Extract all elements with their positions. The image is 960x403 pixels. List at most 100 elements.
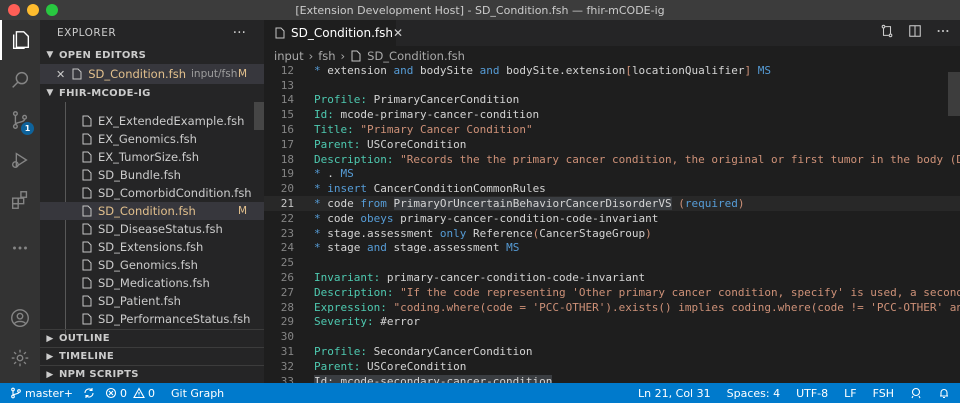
code-token: #error — [373, 315, 420, 329]
bell-icon[interactable] — [938, 387, 950, 399]
split-editor-icon[interactable] — [908, 24, 922, 38]
chevron-right-icon: ▶ — [46, 369, 54, 380]
git-graph-button[interactable]: Git Graph — [171, 387, 224, 400]
more-actions-icon[interactable] — [936, 24, 950, 38]
file-tree-item[interactable]: SD_PerformanceStatus.fsh — [40, 310, 264, 328]
file-icon — [72, 68, 82, 80]
file-icon — [82, 223, 92, 235]
file-tree-item[interactable]: SD_ComorbidCondition.fsh — [40, 184, 264, 202]
tab-sd-condition[interactable]: SD_Condition.fsh ✕ — [264, 20, 403, 46]
file-tree-item[interactable]: EX_TumorSize.fsh — [40, 148, 264, 166]
code-token: code — [327, 197, 361, 211]
open-editors-header[interactable]: ▼ OPEN EDITORS — [40, 46, 264, 64]
maximize-window-button[interactable] — [46, 4, 58, 16]
code-token: Description: — [314, 285, 394, 299]
code-token: Expression: — [314, 300, 387, 314]
extensions-icon[interactable] — [0, 180, 40, 220]
file-tree-item[interactable]: SD_Patient.fsh — [40, 292, 264, 310]
file-icon — [82, 151, 92, 163]
cursor-position[interactable]: Ln 21, Col 31 — [638, 387, 711, 400]
window-controls — [8, 4, 58, 16]
line-number: 17 — [280, 137, 294, 151]
feedback-icon[interactable] — [910, 387, 922, 399]
line-text: * code from PrimaryOrUncertainBehaviorCa… — [294, 197, 745, 211]
code-token: ) — [737, 197, 745, 211]
code-token: stage.assessment — [386, 241, 507, 255]
editor-tabs: SD_Condition.fsh ✕ — [264, 20, 960, 46]
breadcrumb-file[interactable]: SD_Condition.fsh — [367, 49, 465, 63]
close-window-button[interactable] — [8, 4, 20, 16]
file-tree-item[interactable]: EX_Genomics.fsh — [40, 130, 264, 148]
code-token: bodySite — [413, 63, 480, 77]
settings-gear-icon[interactable] — [0, 338, 40, 378]
explorer-icon[interactable] — [0, 20, 40, 60]
close-editor-icon[interactable]: ✕ — [56, 68, 65, 81]
chevron-down-icon: ▼ — [46, 88, 54, 98]
compare-changes-icon[interactable] — [880, 24, 894, 38]
file-tree-item[interactable]: SD_Extensions.fsh — [40, 238, 264, 256]
line-number: 12 — [280, 63, 294, 77]
more-views-icon[interactable] — [0, 228, 40, 268]
open-editor-item[interactable]: ✕ SD_Condition.fsh input/fsh M — [40, 64, 264, 84]
sidebar-scrollbar[interactable] — [254, 102, 264, 130]
tree-row-clipped — [40, 102, 264, 112]
code-token: extension — [327, 63, 394, 77]
chevron-right-icon: ▶ — [46, 333, 54, 344]
encoding[interactable]: UTF-8 — [796, 387, 828, 400]
language-mode[interactable]: FSH — [873, 387, 894, 400]
line-text: Profile: SecondaryCancerCondition — [294, 345, 533, 358]
sync-button[interactable] — [83, 387, 95, 399]
code-line: 14 Profile: PrimaryCancerCondition — [264, 93, 960, 108]
line-number: 20 — [280, 182, 294, 196]
close-tab-icon[interactable]: ✕ — [393, 26, 403, 40]
file-name: SD_Medications.fsh — [98, 276, 210, 290]
code-token: and — [479, 63, 500, 77]
line-number: 21 — [280, 197, 294, 211]
run-debug-icon[interactable] — [0, 140, 40, 180]
npm-scripts-header[interactable]: ▶ NPM SCRIPTS — [40, 365, 264, 383]
line-text: * . MS — [294, 167, 354, 180]
code-token: stage — [327, 241, 367, 255]
explorer-more-actions[interactable]: ··· — [233, 25, 246, 41]
code-editor[interactable]: 12 * extension and bodySite and bodySite.… — [264, 63, 960, 383]
problems-status[interactable]: 0 0 — [105, 387, 155, 400]
breadcrumb-fsh[interactable]: fsh — [318, 49, 335, 63]
code-line: 13 — [264, 78, 960, 93]
file-tree-item[interactable]: SD_Medications.fsh — [40, 274, 264, 292]
code-token: MS — [340, 167, 354, 181]
end-of-line[interactable]: LF — [844, 387, 856, 400]
line-text: Severity: #error — [294, 315, 420, 328]
code-line: 24 * stage and stage.assessment MS — [264, 241, 960, 256]
outline-label: OUTLINE — [59, 333, 110, 344]
editor-scrollbar[interactable] — [948, 72, 960, 116]
sync-icon — [84, 388, 94, 398]
code-token: Description: — [314, 152, 394, 166]
file-tree-item[interactable]: SD_DiseaseStatus.fsh — [40, 220, 264, 238]
file-tree-item[interactable]: SD_Genomics.fsh — [40, 256, 264, 274]
window-title: [Extension Development Host] - SD_Condit… — [295, 3, 665, 17]
code-token: and — [393, 63, 414, 77]
folder-header[interactable]: ▼ FHIR-MCODE-IG — [40, 84, 264, 102]
indentation[interactable]: Spaces: 4 — [727, 387, 780, 400]
code-token: insert — [327, 182, 367, 196]
breadcrumb-input[interactable]: input — [274, 49, 304, 63]
file-tree-item[interactable]: SD_Bundle.fsh — [40, 166, 264, 184]
file-tree-item[interactable]: SD_Condition.fsh M — [40, 202, 264, 220]
file-icon — [82, 187, 92, 199]
code-token: USCoreCondition — [360, 359, 467, 373]
code-line: 32 Parent: USCoreCondition — [264, 359, 960, 374]
error-icon — [105, 387, 117, 399]
code-token: only — [439, 226, 467, 240]
minimize-window-button[interactable] — [27, 4, 39, 16]
file-icon — [82, 169, 92, 181]
file-name: EX_TumorSize.fsh — [98, 150, 200, 164]
outline-header[interactable]: ▶ OUTLINE — [40, 329, 264, 347]
search-icon[interactable] — [0, 60, 40, 100]
open-editors-label: OPEN EDITORS — [59, 49, 147, 61]
file-tree-item[interactable]: EX_ExtendedExample.fsh — [40, 112, 264, 130]
account-icon[interactable] — [0, 298, 40, 338]
branch-status[interactable]: master+ — [10, 387, 73, 400]
timeline-header[interactable]: ▶ TIMELINE — [40, 347, 264, 365]
source-control-icon[interactable]: 1 — [0, 100, 40, 140]
code-line: 31 Profile: SecondaryCancerCondition — [264, 344, 960, 359]
